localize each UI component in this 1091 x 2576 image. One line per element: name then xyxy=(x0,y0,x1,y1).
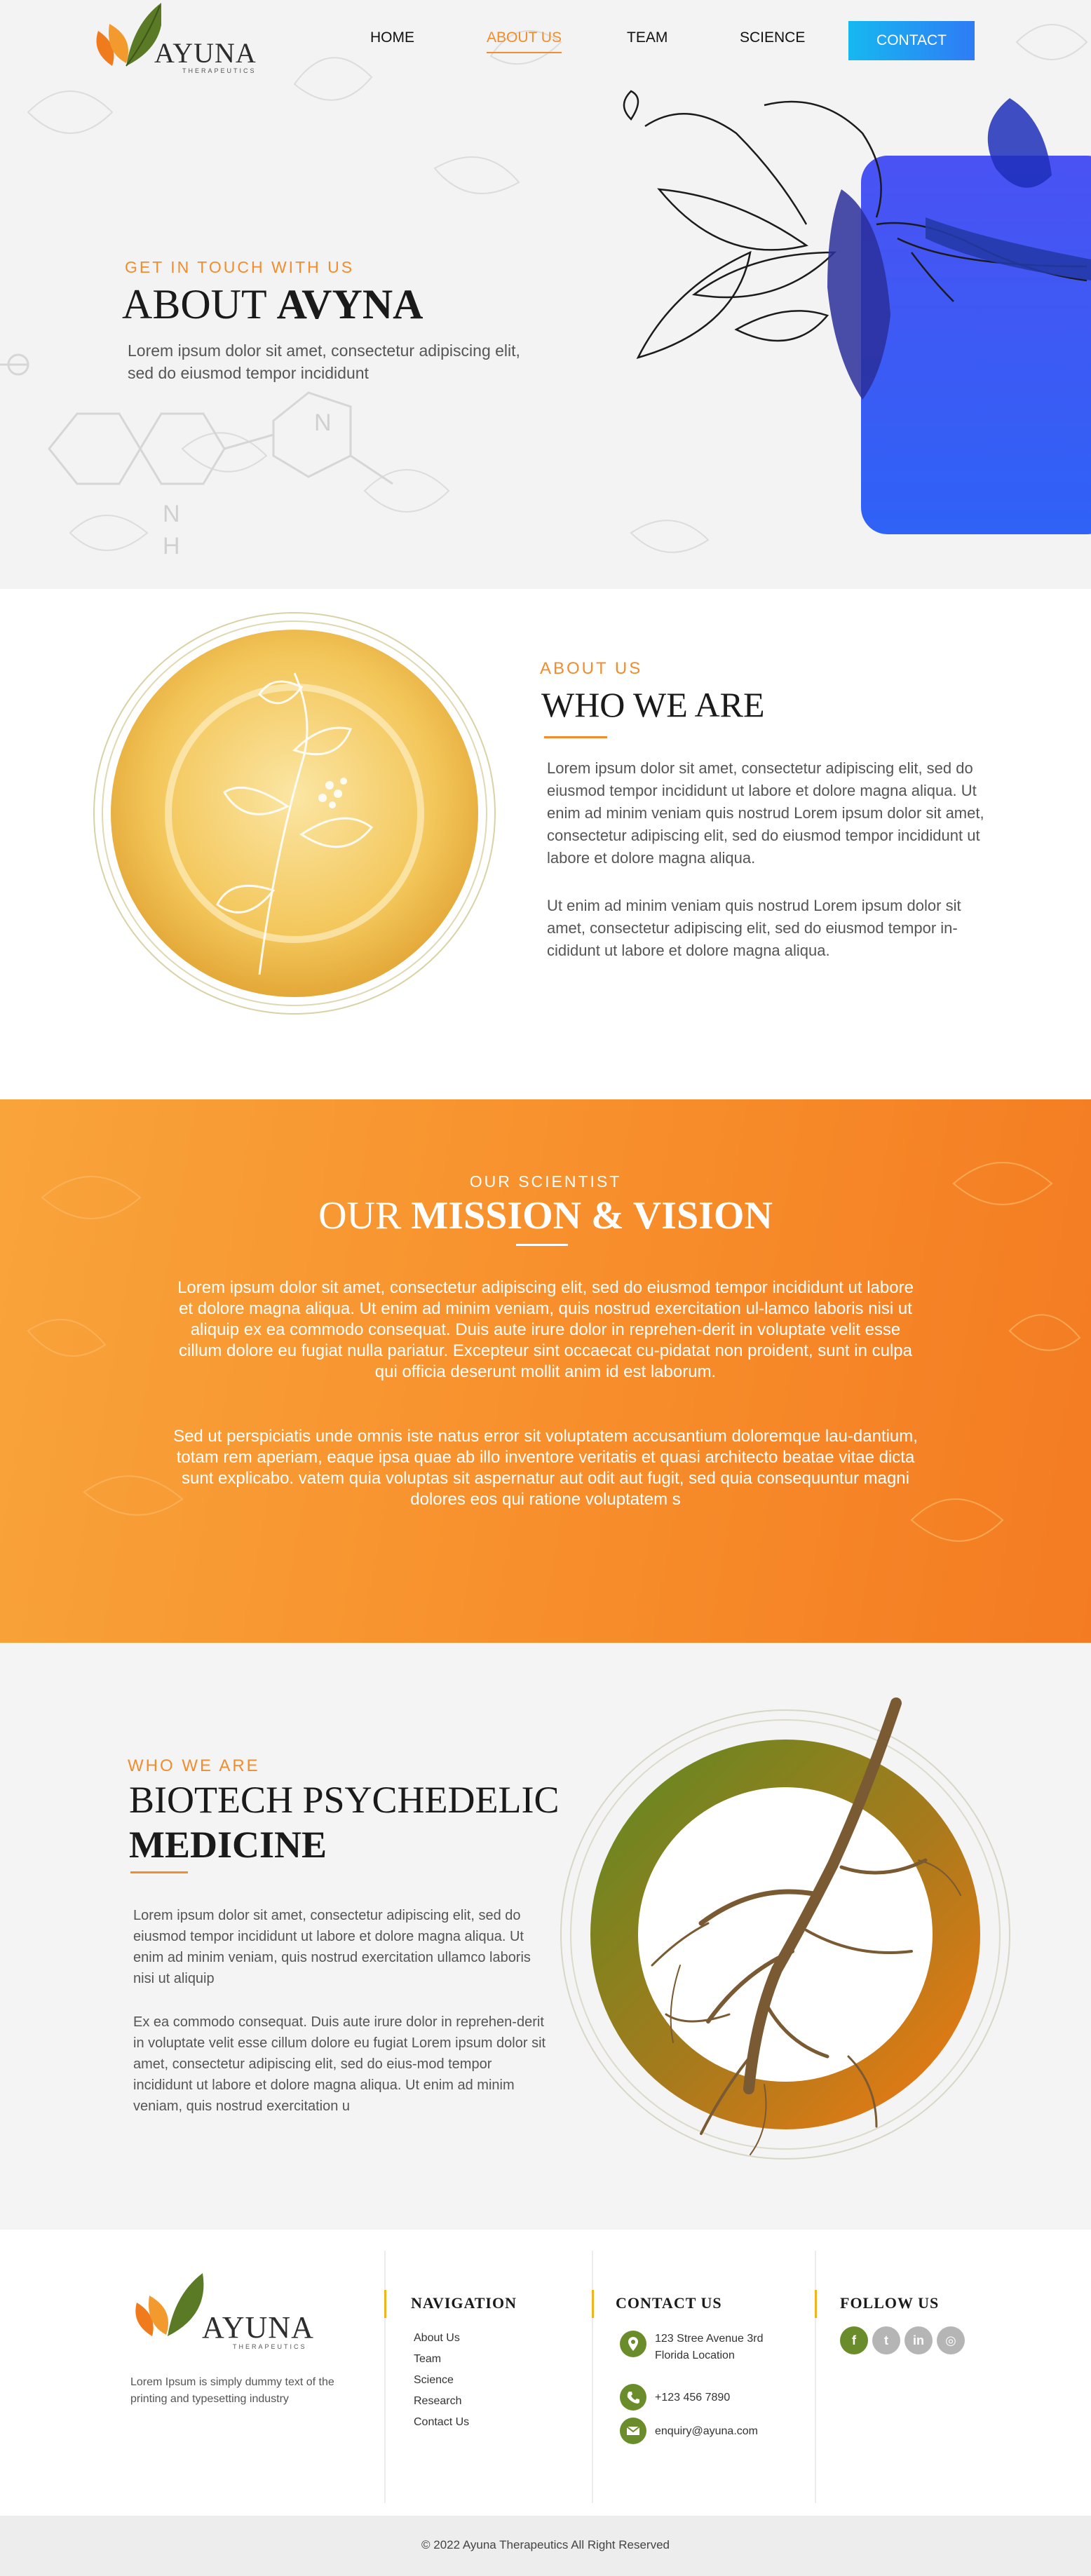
logo-text: AYUNA xyxy=(154,37,257,69)
footer-heading-follow: FOLLOW US xyxy=(840,2294,940,2312)
footer-address: 123 Stree Avenue 3rd Florida Location xyxy=(655,2333,764,2361)
biotech-paragraph-1: Lorem ipsum dolor sit amet, consectetur … xyxy=(133,1908,531,1986)
mission-section: OUR SCIENTIST OUR MISSION & VISION Lorem… xyxy=(0,1099,1091,1643)
column-divider xyxy=(592,2251,593,2503)
footer-link-research[interactable]: Research xyxy=(414,2395,461,2408)
twitter-icon[interactable]: t xyxy=(872,2326,900,2354)
linkedin-icon[interactable]: in xyxy=(904,2326,933,2354)
title-divider xyxy=(130,1871,188,1873)
site-logo[interactable]: AYUNA THERAPEUTICS xyxy=(84,3,266,80)
phone-icon xyxy=(620,2384,646,2411)
section-kicker: ABOUT US xyxy=(540,659,643,678)
section-title: WHO WE ARE xyxy=(541,685,765,724)
nav-home[interactable]: HOME xyxy=(370,29,414,46)
botanical-illustration xyxy=(623,90,1091,400)
title-light: ABOUT xyxy=(122,281,266,327)
who-we-are-section: ABOUT US WHO WE ARE Lorem ipsum dolor si… xyxy=(0,589,1091,1099)
location-icon xyxy=(620,2331,646,2357)
footer-heading-contact: CONTACT US xyxy=(616,2294,722,2312)
title-bold: AVYNA xyxy=(276,281,423,327)
mission-paragraph-2: Sed ut perspiciatis unde omnis iste natu… xyxy=(173,1427,918,1509)
title-divider xyxy=(544,736,607,738)
hero-text: Lorem ipsum dolor sit amet, consectetur … xyxy=(128,341,520,382)
site-footer: AYUNA THERAPEUTICS Lorem Ipsum is simply… xyxy=(0,2230,1091,2516)
column-marker xyxy=(384,2290,386,2318)
molecule-label: N xyxy=(163,501,180,527)
footer-phone[interactable]: +123 456 7890 xyxy=(655,2389,730,2406)
footer-link-contact-us[interactable]: Contact Us xyxy=(414,2416,469,2429)
hero-kicker: GET IN TOUCH WITH US xyxy=(125,258,355,276)
section-title: OUR MISSION & VISION xyxy=(0,1193,1091,1238)
column-marker xyxy=(815,2290,817,2318)
footer-link-science[interactable]: Science xyxy=(414,2374,454,2387)
title-light: BIOTECH PSYCHEDELIC xyxy=(129,1779,560,1821)
logo-leaf-icon xyxy=(135,2273,204,2336)
who-paragraph-2: Ut enim ad minim veniam quis nostrud Lor… xyxy=(547,897,961,959)
footer-email[interactable]: enquiry@ayuna.com xyxy=(655,2423,758,2440)
instagram-icon[interactable]: ◎ xyxy=(937,2326,965,2354)
column-marker xyxy=(592,2290,594,2318)
hero-section: N N H AYUNA THERAPEUTICS HOME ABOUT US T… xyxy=(0,0,1091,589)
logo-text: AYUNA xyxy=(202,2310,314,2345)
gold-plant-circle xyxy=(93,612,496,1015)
title-bold: MISSION & VISION xyxy=(411,1194,773,1238)
title-divider xyxy=(516,1244,568,1246)
column-divider xyxy=(815,2251,816,2503)
section-kicker: WHO WE ARE xyxy=(128,1756,260,1775)
section-title: BIOTECH PSYCHEDELIC MEDICINE xyxy=(129,1777,560,1867)
email-icon xyxy=(620,2418,646,2444)
column-divider xyxy=(384,2251,386,2503)
nav-science[interactable]: SCIENCE xyxy=(740,29,805,46)
footer-heading-navigation: NAVIGATION xyxy=(411,2294,517,2312)
biotech-paragraph-2: Ex ea commodo consequat. Duis aute irure… xyxy=(133,2014,546,2114)
footer-link-team[interactable]: Team xyxy=(414,2353,441,2366)
logo-subtitle: THERAPEUTICS xyxy=(182,67,257,74)
section-kicker: OUR SCIENTIST xyxy=(469,1172,622,1191)
logo-subtitle: THERAPEUTICS xyxy=(233,2343,307,2350)
molecule-label: N xyxy=(314,409,332,436)
nav-team[interactable]: TEAM xyxy=(627,29,668,46)
nav-about-us[interactable]: ABOUT US xyxy=(487,29,562,53)
contact-button[interactable]: CONTACT xyxy=(848,21,975,60)
title-light: OUR xyxy=(318,1194,402,1238)
footer-description: Lorem Ipsum is simply dummy text of the … xyxy=(130,2376,334,2405)
copyright-text: © 2022 Ayuna Therapeutics All Right Rese… xyxy=(421,2538,670,2551)
mission-paragraph-1: Lorem ipsum dolor sit amet, consectetur … xyxy=(177,1278,914,1381)
footer-link-about-us[interactable]: About Us xyxy=(414,2332,460,2345)
copyright-bar: © 2022 Ayuna Therapeutics All Right Rese… xyxy=(0,2516,1091,2576)
footer-logo[interactable]: AYUNA THERAPEUTICS xyxy=(123,2272,327,2350)
logo-leaf-icon xyxy=(96,3,163,67)
biotech-section: WHO WE ARE BIOTECH PSYCHEDELIC MEDICINE … xyxy=(0,1643,1091,2230)
who-paragraph-1: Lorem ipsum dolor sit amet, consectetur … xyxy=(547,759,984,867)
root-ring-illustration xyxy=(560,1697,1010,2160)
facebook-icon[interactable]: f xyxy=(840,2326,868,2354)
molecule-label: H xyxy=(163,533,180,560)
page-title: ABOUT AVYNA xyxy=(122,280,423,329)
title-bold: MEDICINE xyxy=(129,1824,327,1866)
site-header: AYUNA THERAPEUTICS HOME ABOUT US TEAM SC… xyxy=(0,0,1091,77)
